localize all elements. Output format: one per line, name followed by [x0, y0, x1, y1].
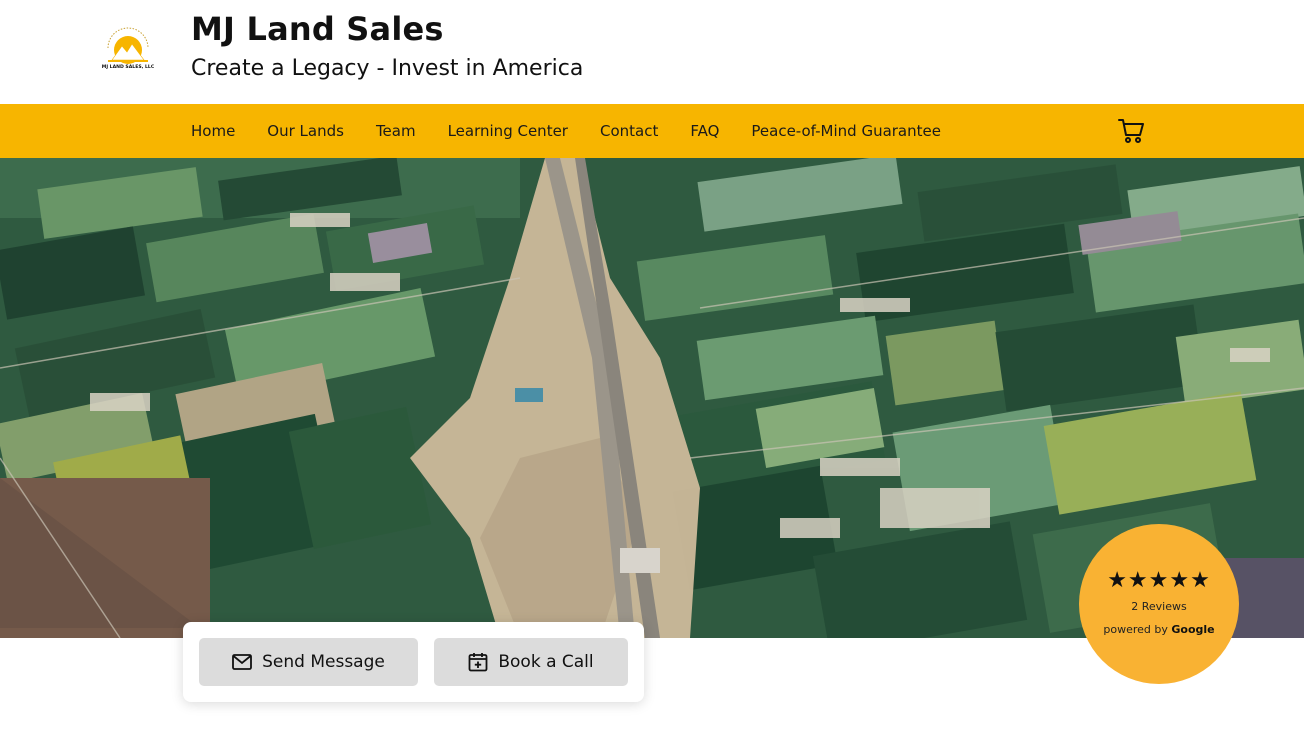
review-count: 2 Reviews	[1131, 600, 1187, 613]
powered-by-google: powered by Google	[1103, 623, 1215, 636]
main-nav: Home Our Lands Team Learning Center Cont…	[0, 104, 1304, 158]
nav-item-our-lands[interactable]: Our Lands	[267, 122, 344, 140]
cart-icon[interactable]	[1117, 116, 1145, 146]
send-message-label: Send Message	[262, 652, 385, 672]
svg-text:MJ LAND SALES, LLC: MJ LAND SALES, LLC	[102, 64, 155, 70]
site-title: MJ Land Sales	[191, 10, 444, 48]
nav-item-home[interactable]: Home	[191, 122, 235, 140]
company-logo[interactable]: MJ LAND SALES, LLC	[98, 24, 158, 72]
site-header: MJ LAND SALES, LLC MJ Land Sales Create …	[0, 0, 1304, 104]
nav-item-learning-center[interactable]: Learning Center	[448, 122, 568, 140]
send-message-button[interactable]: Send Message	[199, 638, 418, 686]
calendar-plus-icon	[468, 652, 488, 672]
book-call-label: Book a Call	[498, 652, 594, 672]
google-reviews-badge[interactable]: ★★★★★ 2 Reviews powered by Google	[1079, 524, 1239, 684]
mail-icon	[232, 654, 253, 670]
site-tagline: Create a Legacy - Invest in America	[191, 56, 584, 81]
nav-item-peace-of-mind-guarantee[interactable]: Peace-of-Mind Guarantee	[751, 122, 941, 140]
rating-stars: ★★★★★	[1107, 568, 1211, 593]
book-call-button[interactable]: Book a Call	[434, 638, 628, 686]
contact-action-card: Send Message Book a Call	[183, 622, 644, 702]
nav-item-contact[interactable]: Contact	[600, 122, 658, 140]
nav-item-faq[interactable]: FAQ	[690, 122, 719, 140]
nav-item-team[interactable]: Team	[376, 122, 416, 140]
